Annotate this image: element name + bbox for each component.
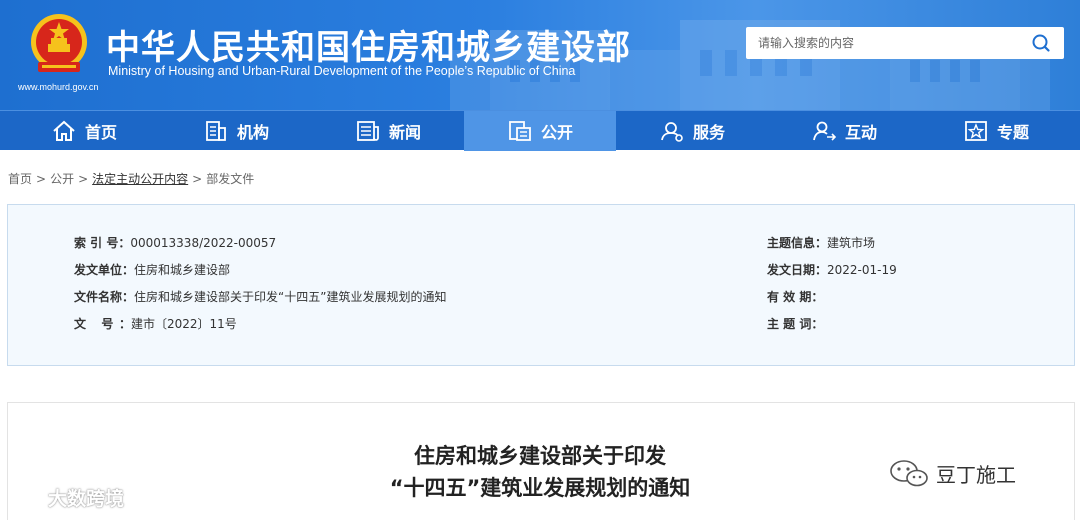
info-docno-label: 文 号： <box>74 317 131 331</box>
breadcrumb-separator: > <box>192 172 203 186</box>
info-date-row: 发文日期：2022-01-19 <box>767 261 897 278</box>
nav-label-interaction: 互动 <box>844 123 877 142</box>
search-button[interactable] <box>1018 27 1064 59</box>
info-index-label: 索 引 号： <box>74 236 131 250</box>
info-docname-value: 住房和城乡建设部关于印发“十四五”建筑业发展规划的通知 <box>134 290 447 304</box>
watermark-left: 大数跨境 <box>8 484 124 511</box>
wechat-icon <box>890 460 928 487</box>
info-validity-row: 有 效 期： <box>767 288 823 305</box>
weibo-icon <box>10 489 48 507</box>
info-topic-label: 主题信息： <box>767 236 828 250</box>
breadcrumb-home[interactable]: 首页 <box>8 172 32 186</box>
site-title-en: Ministry of Housing and Urban-Rural Deve… <box>108 64 576 78</box>
breadcrumb-separator: > <box>36 172 47 186</box>
info-issuer-value: 住房和城乡建设部 <box>134 263 231 277</box>
home-icon <box>53 120 75 141</box>
info-keywords-row: 主 题 词： <box>767 315 823 332</box>
user-service-icon <box>661 122 683 142</box>
nav-item-service[interactable]: 服务 <box>616 111 768 151</box>
breadcrumb-separator: > <box>78 172 89 186</box>
national-emblem-icon <box>31 14 87 72</box>
info-index-value: 000013338/2022-00057 <box>130 236 277 250</box>
breadcrumb-statutory-content[interactable]: 法定主动公开内容 <box>92 172 188 186</box>
search-input[interactable] <box>746 27 1016 59</box>
document-info-panel: 索 引 号：000013338/2022-00057 发文单位：住房和城乡建设部… <box>7 204 1075 366</box>
info-docname-row: 文件名称：住房和城乡建设部关于印发“十四五”建筑业发展规划的通知 <box>74 288 446 305</box>
nav-item-public[interactable]: 公开 <box>464 111 616 151</box>
nav-label-topics: 专题 <box>996 123 1029 142</box>
info-validity-label: 有 效 期： <box>767 290 824 304</box>
breadcrumb: 首页 > 公开 > 法定主动公开内容 > 部发文件 <box>8 170 254 187</box>
interaction-icon <box>813 121 837 141</box>
breadcrumb-public[interactable]: 公开 <box>50 172 74 186</box>
breadcrumb-ministry-documents: 部发文件 <box>206 172 255 186</box>
nav-label-news: 新闻 <box>388 123 421 142</box>
info-issuer-row: 发文单位：住房和城乡建设部 <box>74 261 230 278</box>
nav-label-service: 服务 <box>692 123 725 142</box>
info-docname-label: 文件名称： <box>74 290 135 304</box>
info-docno-row: 文 号：建市〔2022〕11号 <box>74 315 237 332</box>
nav-item-interaction[interactable]: 互动 <box>768 111 920 151</box>
watermark-left-text: 大数跨境 <box>48 488 125 510</box>
site-url: www.mohurd.gov.cn <box>18 82 99 92</box>
nav-label-public: 公开 <box>540 123 573 142</box>
site-header: 中华人民共和国住房和城乡建设部 Ministry of Housing and … <box>0 0 1080 110</box>
nav-item-home[interactable]: 首页 <box>8 111 160 151</box>
info-keywords-label: 主 题 词： <box>767 317 824 331</box>
main-nav: 首页 机构 新闻 公开 服务 互动 专题 <box>0 110 1080 151</box>
nav-item-topics[interactable]: 专题 <box>920 111 1072 151</box>
watermark-right-text: 豆丁施工 <box>936 462 1016 487</box>
info-index-row: 索 引 号：000013338/2022-00057 <box>74 234 276 251</box>
star-icon <box>965 121 987 141</box>
building-icon <box>206 121 226 141</box>
info-issuer-label: 发文单位： <box>74 263 135 277</box>
info-docno-label-text: 文 号： <box>74 317 131 331</box>
info-docno-value: 建市〔2022〕11号 <box>131 317 237 331</box>
nav-item-news[interactable]: 新闻 <box>312 111 464 151</box>
watermark-right: 豆丁施工 <box>888 458 1016 488</box>
info-topic-row: 主题信息：建筑市场 <box>767 234 875 251</box>
info-topic-value: 建筑市场 <box>827 236 876 250</box>
nav-label-home: 首页 <box>84 123 117 142</box>
nav-item-organization[interactable]: 机构 <box>160 111 312 151</box>
document-icon <box>509 121 531 141</box>
search-box <box>746 27 1064 59</box>
newspaper-icon <box>357 121 379 141</box>
info-date-value: 2022-01-19 <box>827 263 897 277</box>
info-date-label: 发文日期： <box>767 263 828 277</box>
search-icon <box>1032 34 1050 52</box>
nav-label-organization: 机构 <box>236 123 269 142</box>
site-title-cn: 中华人民共和国住房和城乡建设部 <box>106 28 631 68</box>
